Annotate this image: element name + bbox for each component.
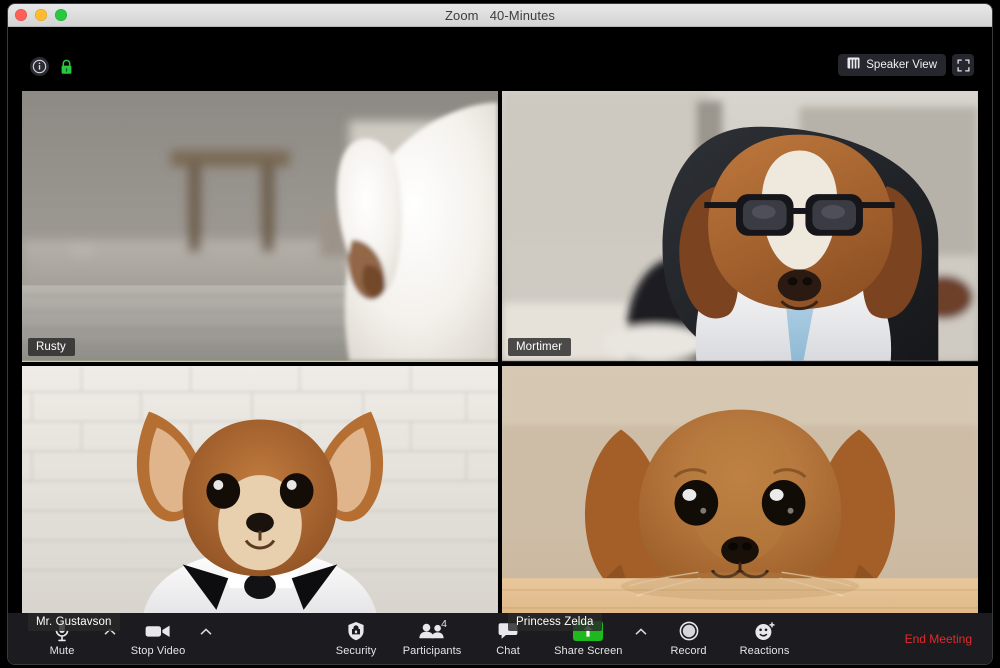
participant-name-label: Mortimer <box>508 338 572 356</box>
participant-name-label: Mr. Gustavson <box>28 613 121 631</box>
video-options-chevron-up-icon[interactable] <box>196 618 216 660</box>
toolbar-right-group: End Meeting <box>905 632 992 646</box>
video-camera-icon <box>145 620 171 642</box>
participant-name: Mr. Gustavson <box>36 616 112 628</box>
window-title: Zoom 40-Minutes <box>444 7 556 23</box>
share-screen-label: Share Screen <box>554 645 623 657</box>
reactions-button[interactable]: Reactions <box>727 618 803 660</box>
participant-video-princess-zelda <box>502 366 978 636</box>
video-tile-mortimer[interactable]: Mortimer <box>502 91 978 362</box>
smiley-plus-icon <box>754 620 776 642</box>
view-controls: Speaker View <box>838 54 974 76</box>
record-label: Record <box>670 645 707 657</box>
reactions-label: Reactions <box>739 645 790 657</box>
video-grid: Rusty Mortimer Mr. Gustavson Princess Ze… <box>22 91 978 637</box>
speaker-view-button[interactable]: Speaker View <box>838 54 946 76</box>
video-tile-princess-zelda[interactable]: Princess Zelda <box>502 366 978 637</box>
video-tile-rusty[interactable]: Rusty <box>22 91 498 362</box>
participants-button[interactable]: 4 Participants <box>394 618 470 660</box>
participant-name-label: Princess Zelda <box>508 613 603 631</box>
mute-label: Mute <box>49 645 75 657</box>
record-circle-icon <box>679 620 699 642</box>
info-circle-icon[interactable] <box>30 57 49 76</box>
minimize-window-button[interactable] <box>35 9 47 21</box>
green-lock-icon[interactable] <box>57 57 76 76</box>
participants-label: Participants <box>402 645 462 657</box>
meeting-top-bar: Speaker View <box>8 27 992 76</box>
meeting-body: Speaker View Rusty Mortimer Mr. Gustavso… <box>8 27 992 664</box>
participant-name: Rusty <box>36 341 66 353</box>
security-button[interactable]: Security <box>318 618 394 660</box>
meeting-info-icons <box>30 57 76 76</box>
stop-video-label: Stop Video <box>130 645 186 657</box>
grid-view-icon <box>847 56 860 74</box>
speaker-view-label: Speaker View <box>866 59 937 71</box>
security-label: Security <box>335 645 377 657</box>
window-title-bar: Zoom 40-Minutes <box>8 4 992 27</box>
zoom-application-window: Zoom 40-Minutes Speaker View Rusty Morti… <box>8 4 992 664</box>
participant-video-mr-gustavson <box>22 366 498 636</box>
video-tile-mr-gustavson[interactable]: Mr. Gustavson <box>22 366 498 637</box>
meeting-toolbar: Mute Stop Video Security 4 Participants … <box>8 613 992 664</box>
participant-video-rusty <box>22 91 498 361</box>
maximize-window-button[interactable] <box>55 9 67 21</box>
participant-video-mortimer <box>502 91 978 361</box>
share-options-chevron-up-icon[interactable] <box>631 618 651 660</box>
participant-name-label: Rusty <box>28 338 75 356</box>
stop-video-button[interactable]: Stop Video <box>120 618 196 660</box>
shield-icon <box>347 620 365 642</box>
chat-label: Chat <box>496 645 520 657</box>
close-window-button[interactable] <box>15 9 27 21</box>
record-button[interactable]: Record <box>651 618 727 660</box>
participant-name: Princess Zelda <box>516 616 594 628</box>
fullscreen-expand-icon[interactable] <box>952 54 974 76</box>
window-traffic-lights <box>15 4 67 26</box>
participant-name: Mortimer <box>516 341 563 353</box>
end-meeting-button[interactable]: End Meeting <box>905 632 972 646</box>
participants-count-badge: 4 <box>441 618 447 630</box>
